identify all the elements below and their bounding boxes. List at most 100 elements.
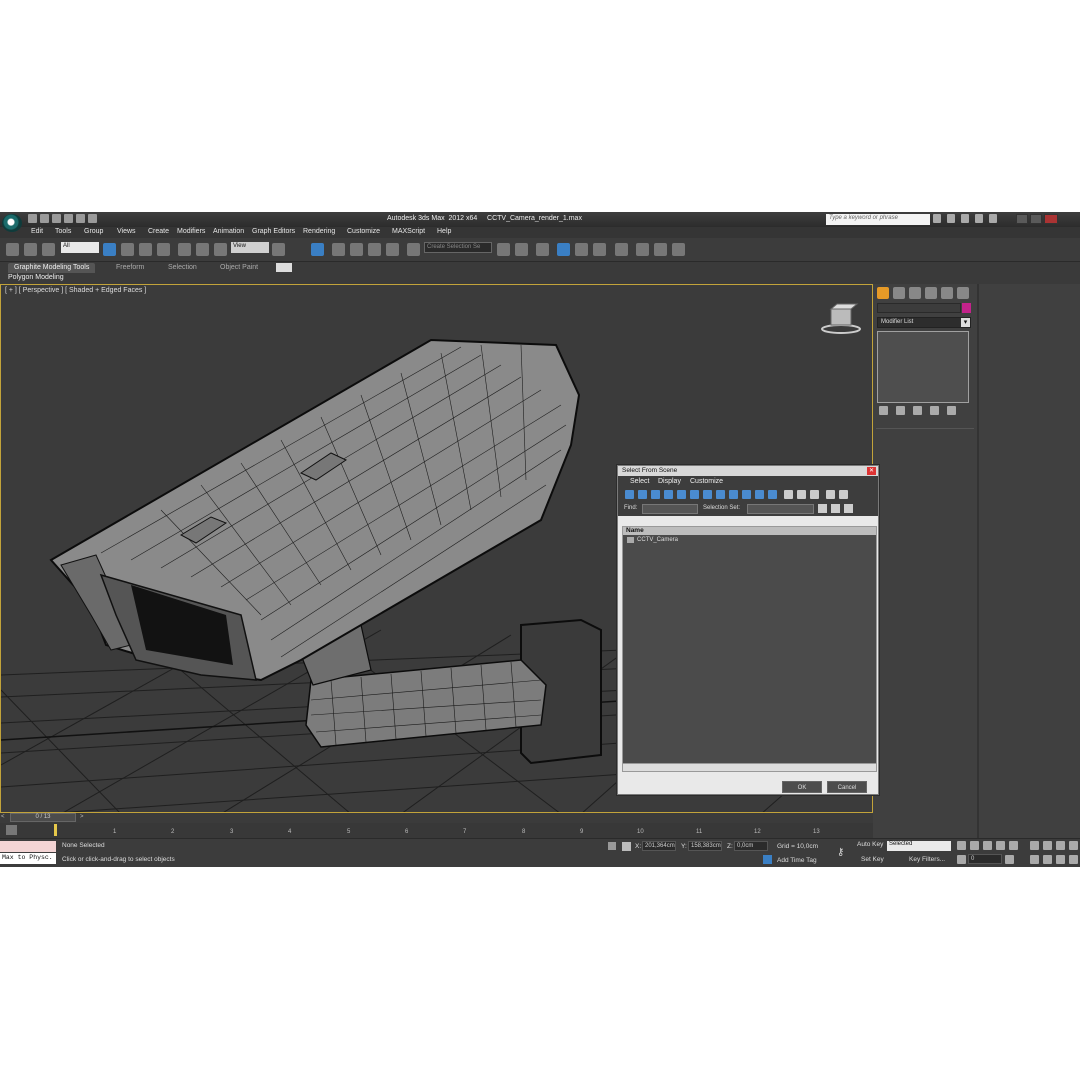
object-name-field[interactable] bbox=[877, 303, 961, 313]
search-input[interactable]: Type a keyword or phrase bbox=[826, 214, 930, 225]
time-slider[interactable]: < 0 / 13 > bbox=[0, 813, 873, 823]
menu-maxscript[interactable]: MAXScript bbox=[392, 228, 425, 235]
maxscript-listener-output[interactable]: Max to Physc. bbox=[0, 853, 56, 864]
maxscript-listener-input[interactable] bbox=[0, 841, 56, 852]
maximize-button[interactable] bbox=[1030, 214, 1042, 224]
key-filters-button[interactable]: Key Filters... bbox=[909, 856, 945, 863]
next-frame-icon[interactable] bbox=[996, 841, 1005, 850]
time-configuration-icon[interactable] bbox=[1005, 855, 1014, 864]
maximize-viewport-icon[interactable] bbox=[1069, 855, 1078, 864]
configure-modifier-sets-icon[interactable] bbox=[947, 406, 956, 415]
go-to-end-icon[interactable] bbox=[1009, 841, 1018, 850]
rect-selection-icon[interactable] bbox=[139, 243, 152, 256]
favorites-icon[interactable] bbox=[975, 214, 983, 223]
curve-editor-icon[interactable] bbox=[575, 243, 588, 256]
help-icon[interactable] bbox=[989, 214, 997, 223]
select-set-icon[interactable] bbox=[818, 504, 827, 513]
edit-named-selection-icon[interactable] bbox=[407, 243, 420, 256]
spinner-snap-icon[interactable] bbox=[386, 243, 399, 256]
make-unique-icon[interactable] bbox=[913, 406, 922, 415]
create-tab-icon[interactable] bbox=[877, 287, 889, 299]
menu-group[interactable]: Group bbox=[84, 228, 103, 235]
redo-icon[interactable] bbox=[76, 214, 85, 223]
zoom-icon[interactable] bbox=[1030, 841, 1039, 850]
orbit-icon[interactable] bbox=[1056, 855, 1065, 864]
minimize-button[interactable] bbox=[1016, 214, 1028, 224]
window-crossing-icon[interactable] bbox=[157, 243, 170, 256]
close-button[interactable] bbox=[1044, 214, 1058, 224]
zoom-extents-all-icon[interactable] bbox=[1069, 841, 1078, 850]
select-manipulate-icon[interactable] bbox=[311, 243, 324, 256]
remove-modifier-icon[interactable] bbox=[930, 406, 939, 415]
key-mode-dropdown[interactable]: Selected bbox=[887, 841, 951, 851]
pan-icon[interactable] bbox=[1043, 855, 1052, 864]
key-icon[interactable]: ⚷ bbox=[837, 847, 844, 858]
menu-create[interactable]: Create bbox=[148, 228, 169, 235]
link-icon[interactable] bbox=[6, 243, 19, 256]
object-color-swatch[interactable] bbox=[962, 303, 971, 313]
viewcube[interactable] bbox=[821, 303, 861, 335]
display-groups-icon[interactable] bbox=[703, 490, 712, 499]
dialog-menu-select[interactable]: Select bbox=[630, 478, 649, 485]
y-coordinate-field[interactable]: 158,383cm bbox=[688, 841, 722, 851]
edit-set-icon[interactable] bbox=[831, 504, 840, 513]
display-shapes-icon[interactable] bbox=[638, 490, 647, 499]
cancel-button[interactable]: Cancel bbox=[827, 781, 867, 793]
angle-snap-icon[interactable] bbox=[350, 243, 363, 256]
menu-graph-editors[interactable]: Graph Editors bbox=[252, 228, 295, 235]
zoom-all-icon[interactable] bbox=[1043, 841, 1052, 850]
modify-tab-icon[interactable] bbox=[893, 287, 905, 299]
display-helpers-icon[interactable] bbox=[677, 490, 686, 499]
show-end-result-icon[interactable] bbox=[896, 406, 905, 415]
tab-selection[interactable]: Selection bbox=[162, 263, 203, 273]
filter-icon[interactable] bbox=[826, 490, 835, 499]
dialog-menu-customize[interactable]: Customize bbox=[690, 478, 723, 485]
bind-space-warp-icon[interactable] bbox=[42, 243, 55, 256]
binoculars-icon[interactable] bbox=[933, 214, 941, 223]
ribbon-options-icon[interactable] bbox=[276, 263, 292, 272]
play-icon[interactable] bbox=[983, 841, 992, 850]
reference-coordinate-dropdown[interactable]: View bbox=[231, 242, 269, 253]
time-next-icon[interactable]: > bbox=[80, 814, 84, 820]
snaps-toggle-icon[interactable] bbox=[332, 243, 345, 256]
key-mode-toggle-icon[interactable] bbox=[957, 855, 966, 864]
current-frame-field[interactable]: 0 bbox=[968, 854, 1002, 864]
display-spacewarps-icon[interactable] bbox=[690, 490, 699, 499]
communication-icon[interactable] bbox=[961, 214, 969, 223]
save-icon[interactable] bbox=[52, 214, 61, 223]
tab-object-paint[interactable]: Object Paint bbox=[214, 263, 264, 273]
z-coordinate-field[interactable]: 0,0cm bbox=[734, 841, 768, 851]
column-header-name[interactable]: Name bbox=[623, 527, 876, 535]
ribbon-panel-polygon-modeling[interactable]: Polygon Modeling bbox=[8, 274, 64, 281]
mirror-icon[interactable] bbox=[497, 243, 510, 256]
field-of-view-icon[interactable] bbox=[1030, 855, 1039, 864]
menu-tools[interactable]: Tools bbox=[55, 228, 71, 235]
new-icon[interactable] bbox=[28, 214, 37, 223]
add-time-tag-button[interactable]: Add Time Tag bbox=[777, 857, 817, 864]
render-production-icon[interactable] bbox=[672, 243, 685, 256]
previous-frame-icon[interactable] bbox=[970, 841, 979, 850]
tab-graphite-modeling-tools[interactable]: Graphite Modeling Tools bbox=[8, 263, 96, 273]
render-setup-icon[interactable] bbox=[636, 243, 649, 256]
new-set-icon[interactable] bbox=[844, 504, 853, 513]
rendered-frame-icon[interactable] bbox=[654, 243, 667, 256]
move-icon[interactable] bbox=[178, 243, 191, 256]
dialog-menu-display[interactable]: Display bbox=[658, 478, 681, 485]
sync-selection-icon[interactable] bbox=[839, 490, 848, 499]
layer-manager-icon[interactable] bbox=[536, 243, 549, 256]
schematic-view-icon[interactable] bbox=[593, 243, 606, 256]
scale-icon[interactable] bbox=[214, 243, 227, 256]
select-by-name-icon[interactable] bbox=[121, 243, 134, 256]
selection-set-dropdown[interactable] bbox=[747, 504, 814, 514]
align-icon[interactable] bbox=[515, 243, 528, 256]
named-selection-dropdown[interactable]: Create Selection Se bbox=[424, 242, 492, 253]
display-tab-icon[interactable] bbox=[941, 287, 953, 299]
pin-stack-icon[interactable] bbox=[879, 406, 888, 415]
menu-rendering[interactable]: Rendering bbox=[303, 228, 335, 235]
lock-selection-icon[interactable] bbox=[608, 842, 616, 850]
percent-snap-icon[interactable] bbox=[368, 243, 381, 256]
hierarchy-tab-icon[interactable] bbox=[909, 287, 921, 299]
display-bones-icon[interactable] bbox=[729, 490, 738, 499]
graphite-toggle-icon[interactable] bbox=[557, 243, 570, 256]
menu-help[interactable]: Help bbox=[437, 228, 451, 235]
